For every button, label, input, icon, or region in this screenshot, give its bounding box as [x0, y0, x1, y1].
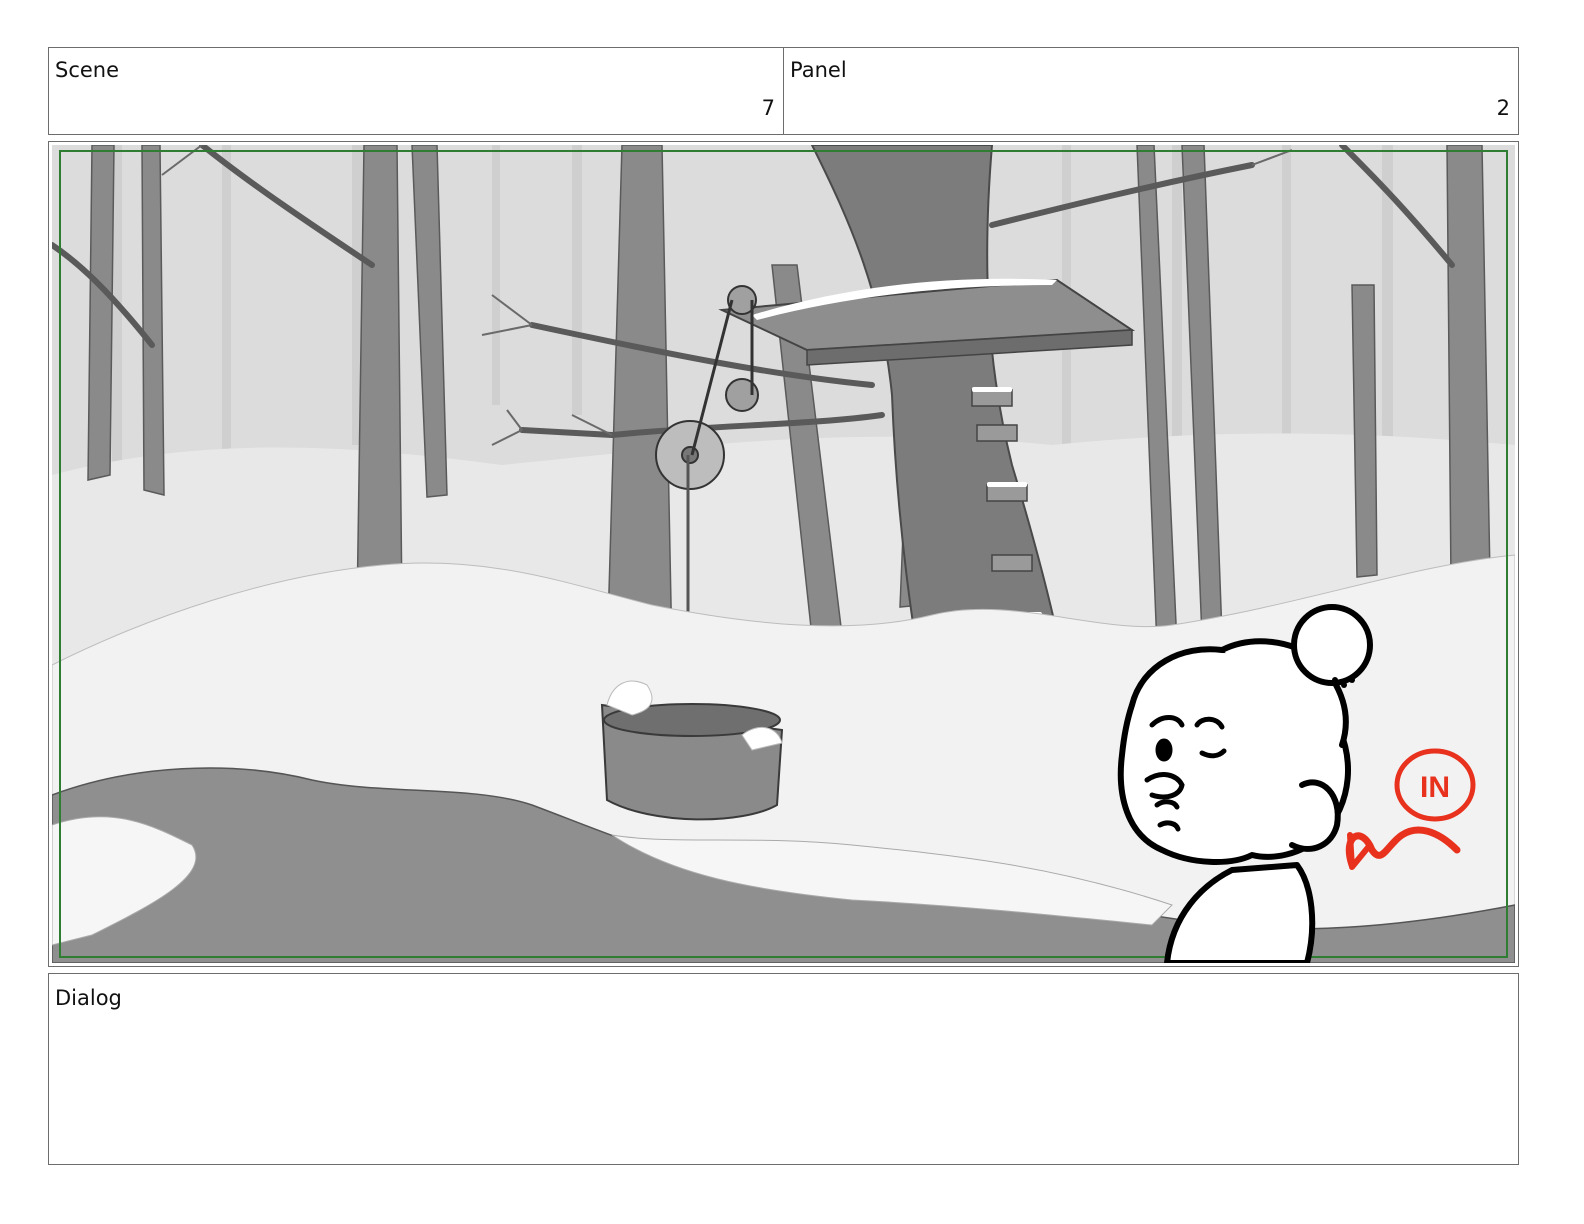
- in-annotation-text: IN: [1420, 771, 1450, 804]
- scene-cell: Scene 7: [49, 48, 784, 134]
- storyboard-header: Scene 7 Panel 2: [48, 47, 1519, 135]
- dialog-box: Dialog: [48, 973, 1519, 1165]
- storyboard-panel-image: IN: [48, 141, 1519, 967]
- panel-label: Panel: [790, 58, 847, 82]
- scene-label: Scene: [55, 58, 120, 82]
- panel-number: 2: [1496, 96, 1510, 120]
- winter-forest-illustration: IN: [52, 145, 1515, 963]
- panel-cell: Panel 2: [784, 48, 1518, 134]
- dialog-label: Dialog: [55, 986, 122, 1010]
- scene-number: 7: [761, 96, 775, 120]
